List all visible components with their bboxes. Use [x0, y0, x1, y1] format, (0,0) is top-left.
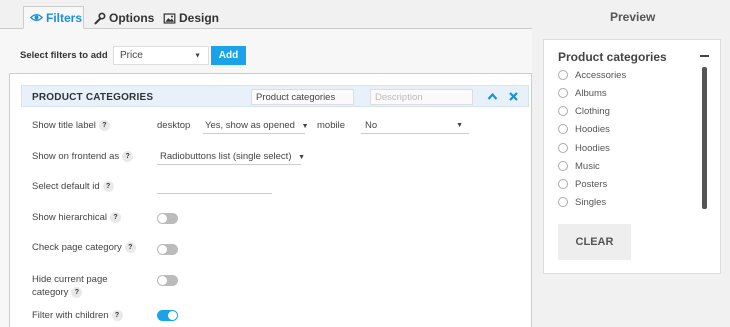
tab-label: Filters: [46, 10, 83, 25]
category-radio-item[interactable]: Clothing: [558, 105, 610, 117]
filter-select[interactable]: Price ▼: [113, 46, 209, 65]
label-text: Show hierarchical: [32, 212, 107, 223]
help-icon[interactable]: ?: [109, 211, 121, 223]
clear-button[interactable]: CLEAR: [558, 224, 631, 260]
filter-panel: PRODUCT CATEGORIES Product categories De…: [9, 73, 532, 327]
panel-title: PRODUCT CATEGORIES: [32, 92, 154, 103]
label-text: category: [32, 287, 69, 298]
show-on-frontend-label: Show on frontend as?: [32, 150, 134, 163]
label-text: Show title label: [32, 120, 96, 131]
show-hierarchical-label: Show hierarchical?: [32, 211, 121, 224]
eye-icon: [30, 14, 43, 21]
frontend-select-value: Radiobuttons list (single select): [160, 151, 292, 162]
show-hierarchical-toggle[interactable]: [157, 213, 178, 224]
description-input[interactable]: Description: [370, 89, 473, 105]
radio-icon[interactable]: [558, 161, 568, 171]
desktop-select-underline: [203, 133, 305, 134]
caret-down-icon: ▼: [194, 52, 201, 59]
preview-widget-title: Product categories: [558, 50, 667, 64]
minus-icon[interactable]: [700, 55, 709, 57]
category-label: Hoodies: [575, 123, 610, 135]
toggle-knob: [168, 311, 177, 320]
desktop-label: desktop: [157, 120, 191, 131]
select-filters-label: Select filters to add: [20, 50, 108, 61]
mobile-select-underline: [361, 133, 469, 134]
tab-filters[interactable]: Filters: [23, 6, 84, 29]
wrench-icon: [94, 12, 106, 24]
category-label: Music: [575, 160, 600, 172]
mobile-select-value: No: [365, 120, 378, 131]
radio-icon[interactable]: [558, 124, 568, 134]
hide-current-page-category-toggle[interactable]: [157, 275, 178, 286]
default-id-input[interactable]: [157, 193, 272, 194]
category-radio-item[interactable]: Hoodies: [558, 142, 610, 154]
panel-header: PRODUCT CATEGORIES Product categories De…: [21, 85, 529, 107]
radio-icon[interactable]: [558, 70, 568, 80]
scrollbar[interactable]: [702, 67, 707, 209]
filter-with-children-toggle[interactable]: [157, 310, 178, 321]
help-icon[interactable]: ?: [71, 286, 83, 298]
filter-select-value: Price: [120, 50, 143, 61]
image-icon: [163, 12, 176, 24]
preview-heading: Preview: [610, 10, 656, 24]
category-radio-item[interactable]: Accessories: [558, 69, 626, 81]
category-label: Hoodies: [575, 142, 610, 154]
frontend-select[interactable]: Radiobuttons list (single select) ▼: [160, 151, 305, 162]
check-page-category-label: Check page category?: [32, 241, 136, 254]
tab-label: Options: [109, 11, 155, 25]
label-text: Check page category: [32, 242, 122, 253]
desktop-select[interactable]: Yes, show as opened ▼: [205, 120, 309, 131]
label-text: Select default id: [32, 181, 100, 192]
select-default-id-label: Select default id?: [32, 180, 114, 193]
category-label: Singles: [575, 196, 607, 208]
caret-down-icon: ▼: [301, 123, 309, 130]
category-radio-item[interactable]: Singles: [558, 196, 606, 208]
category-label: Clothing: [575, 105, 610, 117]
tab-options[interactable]: Options: [93, 7, 154, 29]
help-icon[interactable]: ?: [98, 119, 110, 131]
category-label: Albums: [575, 87, 607, 99]
show-title-label-label: Show title label?: [32, 119, 110, 132]
frontend-select-underline: [157, 164, 301, 165]
radio-icon[interactable]: [558, 143, 568, 153]
tab-bar: Filters Options Design: [0, 0, 532, 29]
help-icon[interactable]: ?: [124, 241, 136, 253]
radio-icon[interactable]: [558, 106, 568, 116]
toggle-knob: [158, 214, 167, 223]
label-text: Show on frontend as: [32, 151, 120, 162]
filter-with-children-label: Filter with children?: [32, 309, 123, 322]
category-radio-item[interactable]: Hoodies: [558, 123, 610, 135]
toggle-knob: [158, 276, 167, 285]
chevron-up-icon[interactable]: [487, 92, 498, 101]
category-radio-item[interactable]: Music: [558, 160, 600, 172]
add-button[interactable]: Add: [211, 46, 246, 65]
label-text: Hide current page: [32, 274, 108, 285]
preview-widget: Product categories Accessories Albums Cl…: [543, 39, 721, 274]
mobile-select[interactable]: No ▼: [365, 120, 467, 131]
radio-icon[interactable]: [558, 197, 568, 207]
mobile-label: mobile: [317, 120, 345, 131]
radio-icon[interactable]: [558, 179, 568, 189]
category-label: Posters: [575, 178, 608, 190]
radio-icon[interactable]: [558, 88, 568, 98]
category-radio-item[interactable]: Posters: [558, 178, 607, 190]
caret-down-icon: ▼: [456, 122, 463, 129]
help-icon[interactable]: ?: [122, 150, 134, 162]
help-icon[interactable]: ?: [111, 309, 123, 321]
category-label: Accessories: [575, 69, 627, 81]
title-input[interactable]: Product categories: [251, 89, 354, 105]
hide-current-page-category-label: Hide current page category?: [32, 273, 108, 299]
desktop-select-value: Yes, show as opened: [205, 120, 295, 131]
category-radio-item[interactable]: Albums: [558, 87, 607, 99]
check-page-category-toggle[interactable]: [157, 244, 178, 255]
label-text: Filter with children: [32, 310, 109, 321]
help-icon[interactable]: ?: [102, 180, 114, 192]
tab-design[interactable]: Design: [163, 7, 219, 29]
tab-label: Design: [179, 11, 220, 25]
toggle-knob: [158, 245, 167, 254]
close-icon[interactable]: [509, 92, 518, 101]
caret-down-icon: ▼: [298, 154, 306, 161]
